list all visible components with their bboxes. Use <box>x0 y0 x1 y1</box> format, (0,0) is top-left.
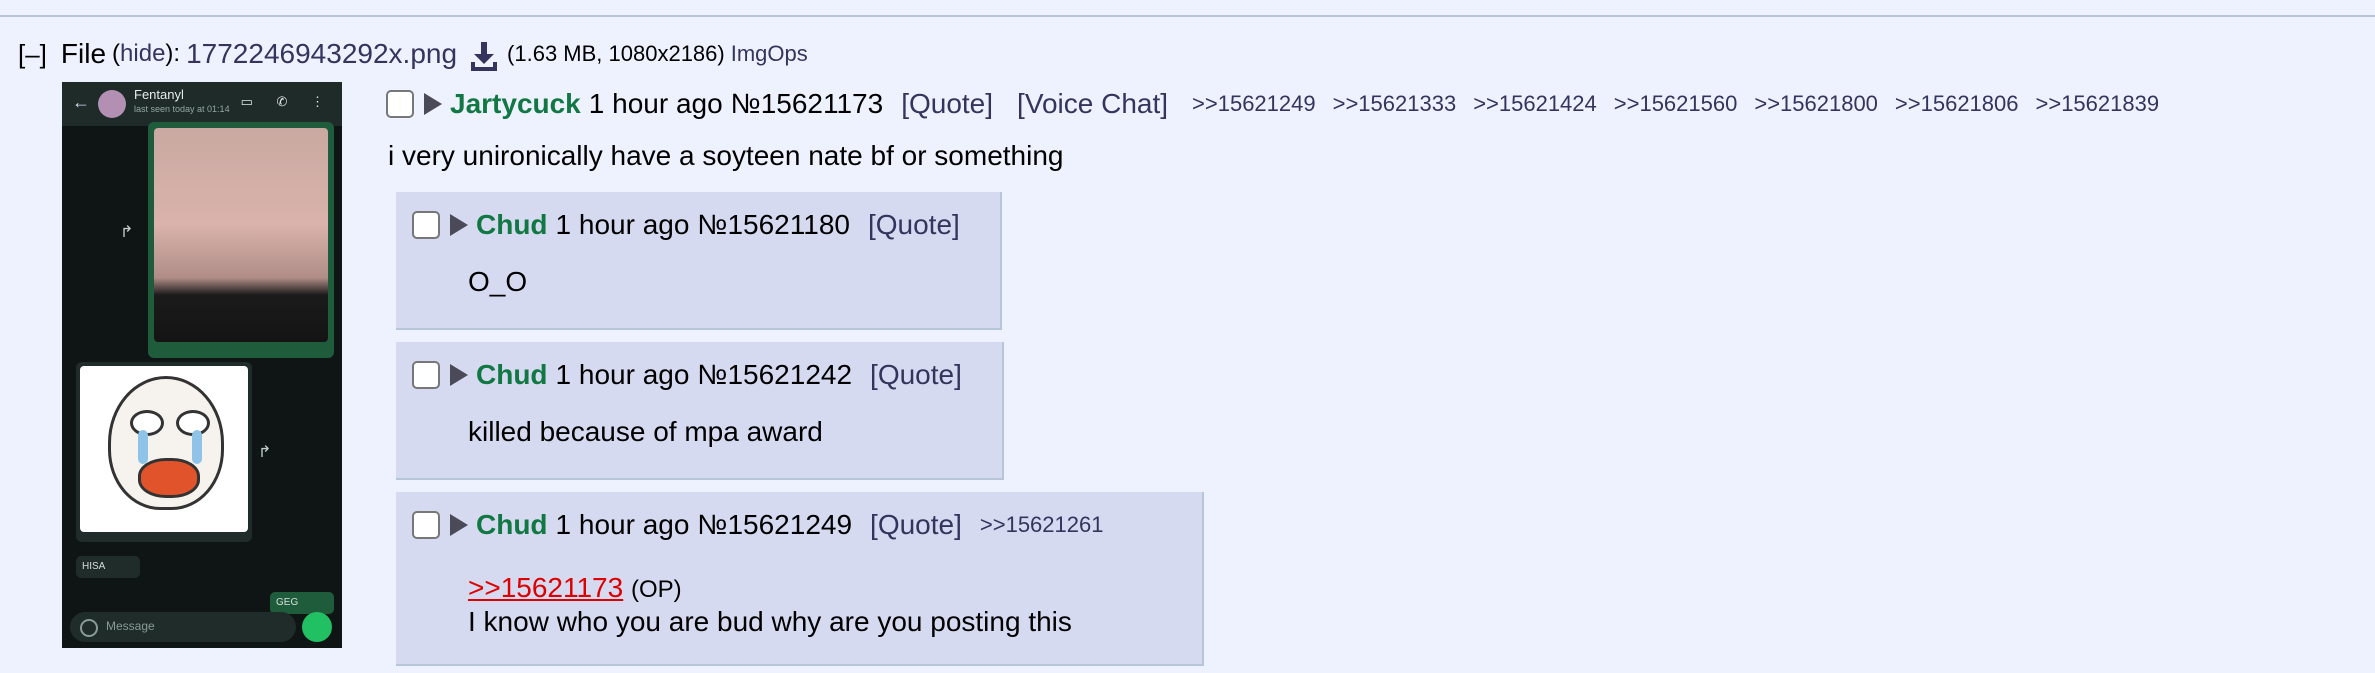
back-arrow-icon: ← <box>72 92 90 112</box>
message-placeholder: Message <box>106 619 155 633</box>
op-message: i very unironically have a soyteen nate … <box>388 140 1064 171</box>
poster-name: Jartycuck <box>450 88 581 119</box>
forward-icon: ↱ <box>258 444 272 461</box>
backlink[interactable]: >>15621560 <box>1614 91 1738 117</box>
download-icon[interactable] <box>469 40 499 72</box>
post-checkbox[interactable] <box>412 511 440 539</box>
reply-post: Chud 1 hour ago №15621180 [Quote] O_O <box>396 192 1002 330</box>
quote-link[interactable]: [Quote] <box>868 209 960 241</box>
backlink[interactable]: >>15621800 <box>1754 91 1878 117</box>
hide-open-paren: ( <box>112 40 121 67</box>
quote-link[interactable]: [Quote] <box>901 88 993 120</box>
reply-message: killed because of mpa award <box>468 416 823 447</box>
poster-name: Chud <box>476 509 548 540</box>
hisa-message: HISA <box>76 556 140 578</box>
reply-post: Chud 1 hour ago №15621249 [Quote] >>1562… <box>396 492 1204 666</box>
backlink[interactable]: >>15621249 <box>1192 91 1316 117</box>
op-thumbnail[interactable]: ← Fentanyl last seen today at 01:14 ▭ ✆ … <box>62 82 342 648</box>
avatar <box>98 90 126 118</box>
post-checkbox[interactable] <box>412 211 440 239</box>
top-divider <box>0 15 2375 17</box>
file-name-link[interactable]: 1772246943292x.png <box>186 38 457 70</box>
backlink[interactable]: >>15621424 <box>1473 91 1597 117</box>
reply-quote-line: >>15621173 (OP) <box>468 572 682 604</box>
message-input-bar: Message <box>70 612 296 642</box>
file-info: [–] File (hide): 1772246943292x.png (1.6… <box>18 34 808 74</box>
post-time: 1 hour ago <box>555 209 690 240</box>
collapse-toggle[interactable]: [–] <box>18 39 47 70</box>
file-label: File <box>60 38 107 69</box>
image-message <box>148 122 334 358</box>
mic-icon <box>302 612 332 642</box>
post-time: 1 hour ago <box>588 88 723 119</box>
contact-name: Fentanyl <box>134 87 184 102</box>
backlink[interactable]: >>15621839 <box>2036 91 2160 117</box>
poster-name: Chud <box>476 359 548 390</box>
geg-message: GEG <box>270 592 334 614</box>
op-quotelink[interactable]: >>15621173 <box>468 572 623 603</box>
reply-post: Chud 1 hour ago №15621242 [Quote] killed… <box>396 342 1004 480</box>
post-time: 1 hour ago <box>555 509 690 540</box>
post-checkbox[interactable] <box>386 90 414 118</box>
reply-message: O_O <box>468 266 528 297</box>
voice-chat-link[interactable]: [Voice Chat] <box>1017 88 1168 120</box>
quote-link[interactable]: [Quote] <box>870 509 962 541</box>
post-number[interactable]: №15621242 <box>697 359 852 391</box>
sticker-message <box>76 362 252 542</box>
poster-name: Chud <box>476 209 548 240</box>
op-post-header: Jartycuck 1 hour ago №15621173 [Quote] [… <box>386 84 2176 124</box>
hide-close-paren: ): <box>165 40 181 67</box>
photo <box>154 128 328 342</box>
post-checkbox[interactable] <box>412 361 440 389</box>
post-menu-arrow-icon[interactable] <box>450 364 468 386</box>
post-menu-arrow-icon[interactable] <box>450 514 468 536</box>
file-meta: (1.63 MB, 1080x2186) <box>507 41 725 66</box>
call-icons: ▭ ✆ ⋮ <box>240 94 334 109</box>
reply-header: Chud 1 hour ago №15621249 [Quote] >>1562… <box>412 506 1120 544</box>
hide-link[interactable]: hide <box>120 40 165 68</box>
backlink[interactable]: >>15621333 <box>1333 91 1457 117</box>
reply-message: I know who you are bud why are you posti… <box>468 606 1072 637</box>
backlink[interactable]: >>15621261 <box>980 512 1104 538</box>
reply-header: Chud 1 hour ago №15621180 [Quote] <box>412 206 984 244</box>
emoji-icon <box>80 619 98 637</box>
contact-status: last seen today at 01:14 <box>134 104 230 114</box>
op-tag: (OP) <box>630 576 682 603</box>
crying-face-sticker <box>80 366 248 532</box>
post-menu-arrow-icon[interactable] <box>424 93 442 115</box>
quote-link[interactable]: [Quote] <box>870 359 962 391</box>
post-number[interactable]: №15621180 <box>697 209 850 241</box>
imgops-link[interactable]: ImgOps <box>731 41 808 67</box>
reply-header: Chud 1 hour ago №15621242 [Quote] <box>412 356 986 394</box>
forward-icon: ↱ <box>120 224 134 241</box>
post-menu-arrow-icon[interactable] <box>450 214 468 236</box>
backlink[interactable]: >>15621806 <box>1895 91 2019 117</box>
post-time: 1 hour ago <box>555 359 690 390</box>
post-number[interactable]: №15621249 <box>697 509 852 541</box>
post-number[interactable]: №15621173 <box>731 88 884 120</box>
